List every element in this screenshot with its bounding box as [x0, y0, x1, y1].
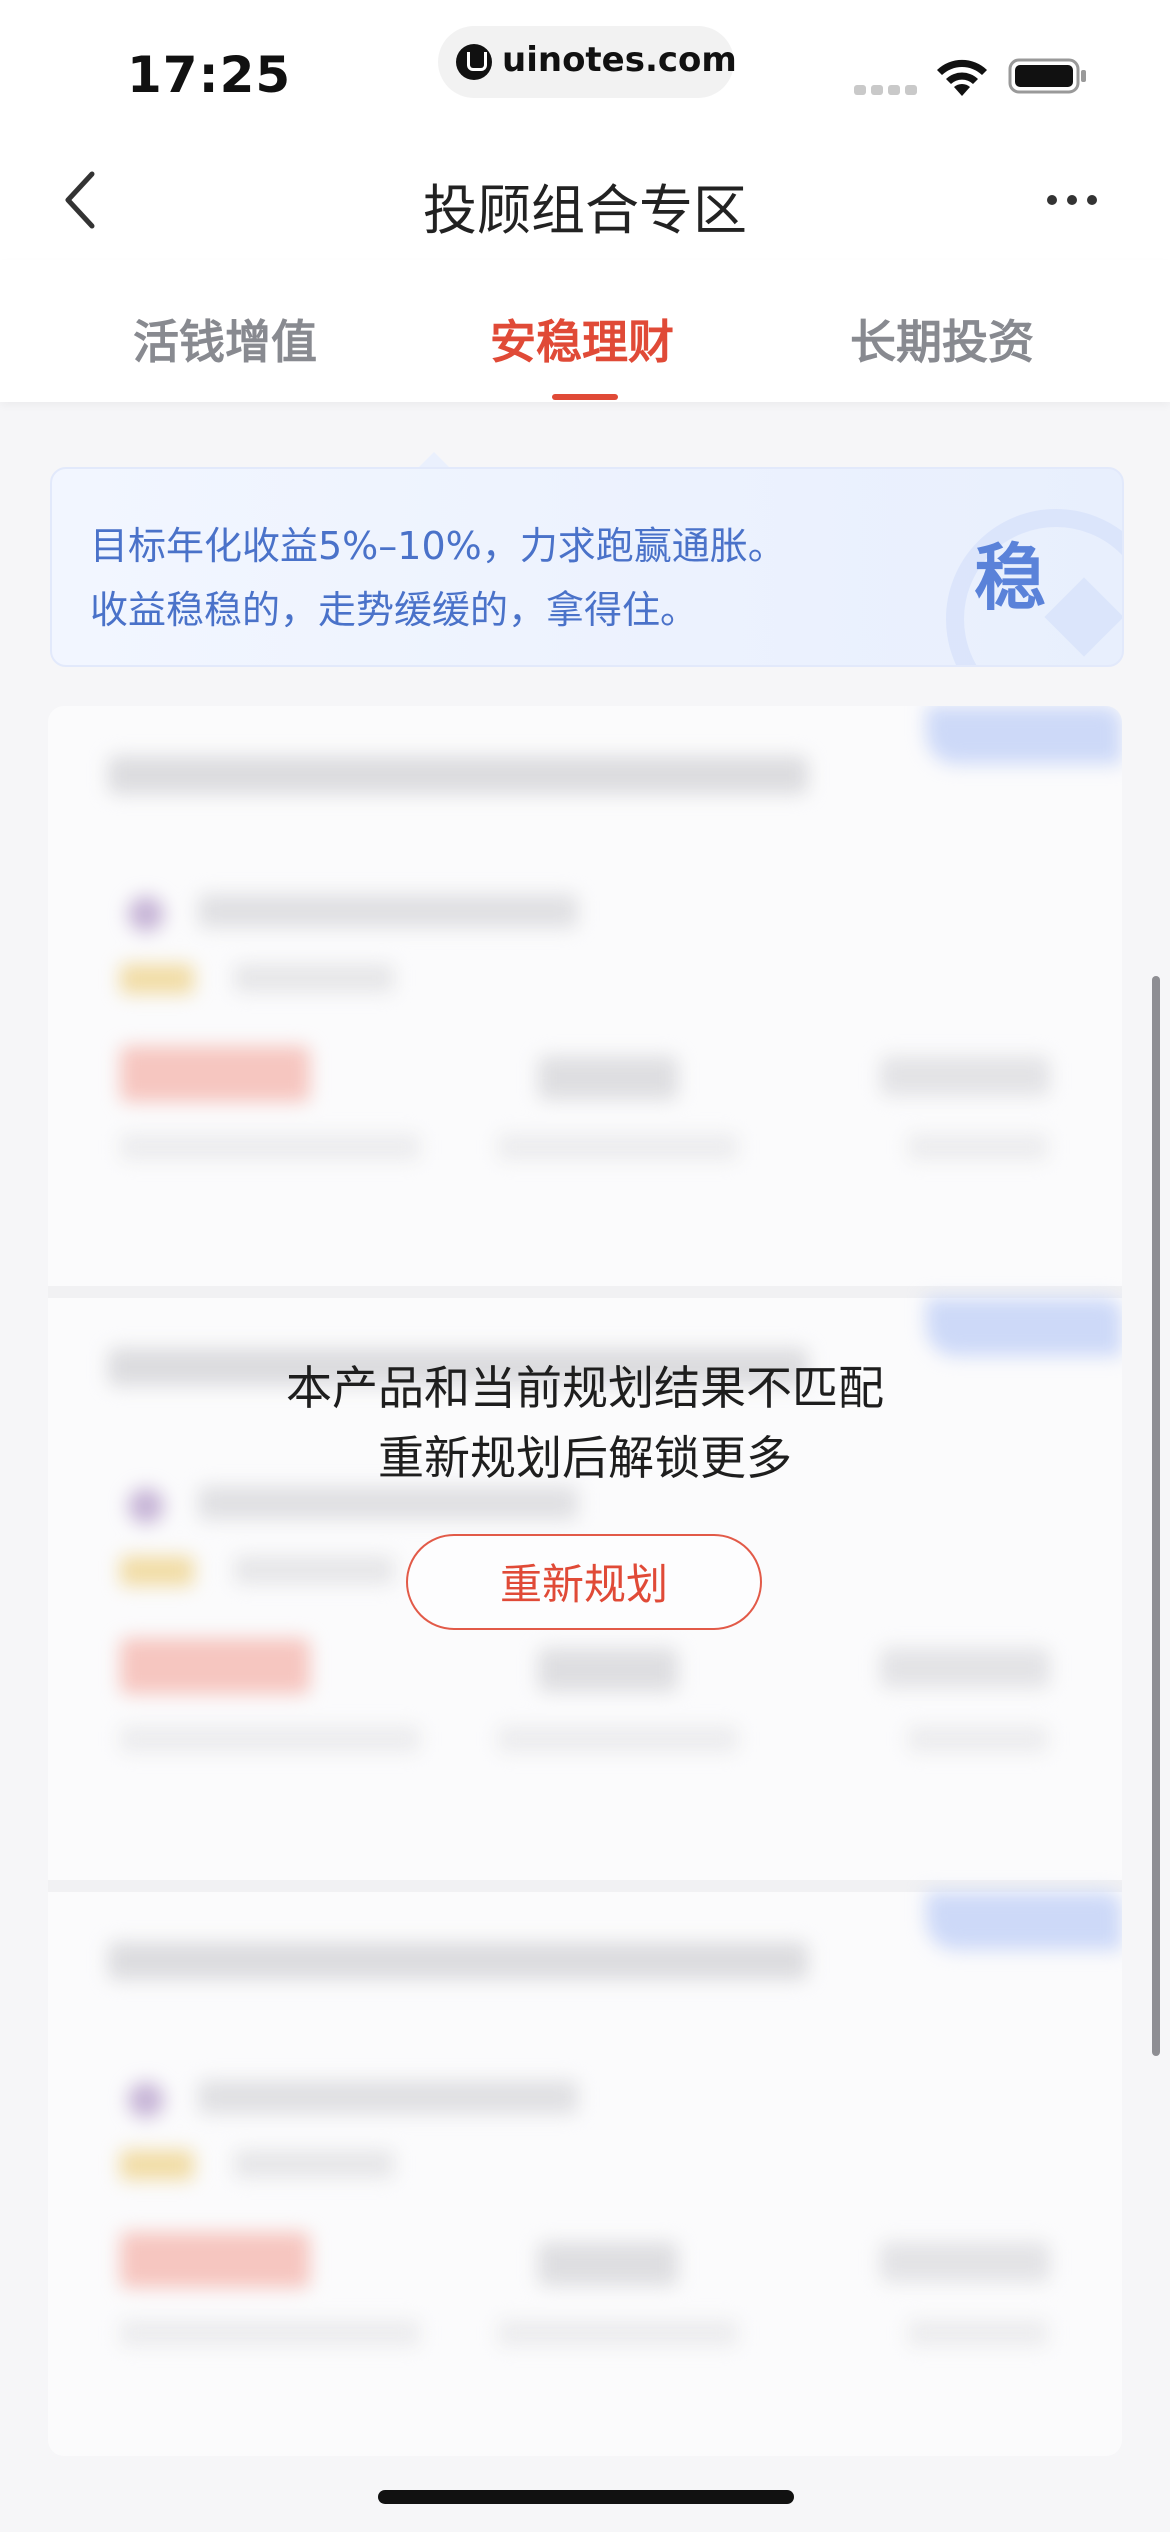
card-label-placeholder — [120, 2150, 194, 2180]
card-title-placeholder — [108, 756, 808, 794]
card-subtitle-placeholder — [198, 2080, 578, 2114]
banner-text-line-1: 目标年化收益5%–10%，力求跑赢通胀。 — [90, 524, 786, 568]
replan-button[interactable]: 重新规划 — [406, 1534, 762, 1630]
site-logo-icon — [456, 44, 492, 80]
banner-text-line-2: 收益稳稳的，走势缓缓的，拿得住。 — [90, 588, 699, 632]
product-card-blurred — [48, 1892, 1122, 2456]
card-tag — [926, 1298, 1122, 1356]
tab-flexible-savings[interactable]: 活钱增值 — [133, 306, 317, 372]
card-caption-placeholder — [908, 1726, 1048, 1752]
card-risk-placeholder — [880, 1056, 1050, 1096]
card-caption-placeholder — [498, 1726, 738, 1752]
tab-stable-finance[interactable]: 安稳理财 — [490, 306, 674, 372]
card-tag — [926, 1892, 1122, 1950]
status-time: 17:25 — [127, 46, 292, 104]
card-subtitle-placeholder — [198, 894, 578, 928]
card-term-placeholder — [538, 2242, 678, 2286]
mismatch-message: 本产品和当前规划结果不匹配 — [286, 1361, 884, 1415]
card-caption-placeholder — [120, 2320, 420, 2346]
card-title-placeholder — [108, 1942, 808, 1980]
card-caption-placeholder — [120, 1726, 420, 1752]
card-divider — [48, 1286, 1122, 1298]
tab-long-term-investment[interactable]: 长期投资 — [850, 306, 1034, 372]
status-bar: 17:25 uinotes.com — [0, 0, 1170, 140]
card-risk-placeholder — [880, 2242, 1050, 2282]
card-rate-placeholder — [120, 1046, 310, 1102]
wifi-icon — [937, 59, 987, 96]
card-risk-placeholder — [880, 1648, 1050, 1688]
signal-icon — [854, 85, 917, 95]
nav-bar: 投顾组合专区 — [0, 140, 1170, 260]
card-caption-placeholder — [498, 2320, 738, 2346]
category-tabs: 活钱增值 安稳理财 长期投资 — [0, 260, 1170, 402]
fund-icon — [128, 2082, 164, 2118]
card-term-placeholder — [538, 1648, 678, 1692]
scrollbar[interactable] — [1152, 976, 1160, 2056]
unlock-hint-message: 重新规划后解锁更多 — [378, 1431, 792, 1485]
battery-icon — [1008, 58, 1086, 94]
card-tag — [926, 706, 1122, 764]
card-caption-placeholder — [498, 1134, 738, 1160]
url-text: uinotes.com — [502, 40, 737, 80]
card-label-text-placeholder — [234, 964, 394, 992]
stable-badge: 稳 — [974, 536, 1047, 620]
card-rate-placeholder — [120, 1638, 310, 1694]
card-label-placeholder — [120, 1556, 194, 1586]
home-indicator[interactable] — [378, 2490, 794, 2504]
card-caption-placeholder — [908, 2320, 1048, 2346]
fund-icon — [128, 896, 164, 932]
card-label-text-placeholder — [234, 1556, 394, 1584]
card-rate-placeholder — [120, 2232, 310, 2288]
card-label-text-placeholder — [234, 2150, 394, 2178]
card-term-placeholder — [538, 1056, 678, 1100]
url-pill[interactable]: uinotes.com — [438, 26, 737, 98]
banner-pointer — [418, 452, 450, 468]
fund-icon — [128, 1488, 164, 1524]
card-caption-placeholder — [908, 1134, 1048, 1160]
more-options-icon[interactable] — [1046, 194, 1098, 206]
card-divider — [48, 1880, 1122, 1892]
card-subtitle-placeholder — [198, 1486, 578, 1520]
active-tab-indicator — [552, 394, 618, 400]
strategy-banner: 目标年化收益5%–10%，力求跑赢通胀。 收益稳稳的，走势缓缓的，拿得住。 稳 — [50, 467, 1124, 667]
card-label-placeholder — [120, 964, 194, 994]
page-title: 投顾组合专区 — [423, 179, 747, 242]
card-caption-placeholder — [120, 1134, 420, 1160]
product-card-blurred — [48, 706, 1122, 1286]
